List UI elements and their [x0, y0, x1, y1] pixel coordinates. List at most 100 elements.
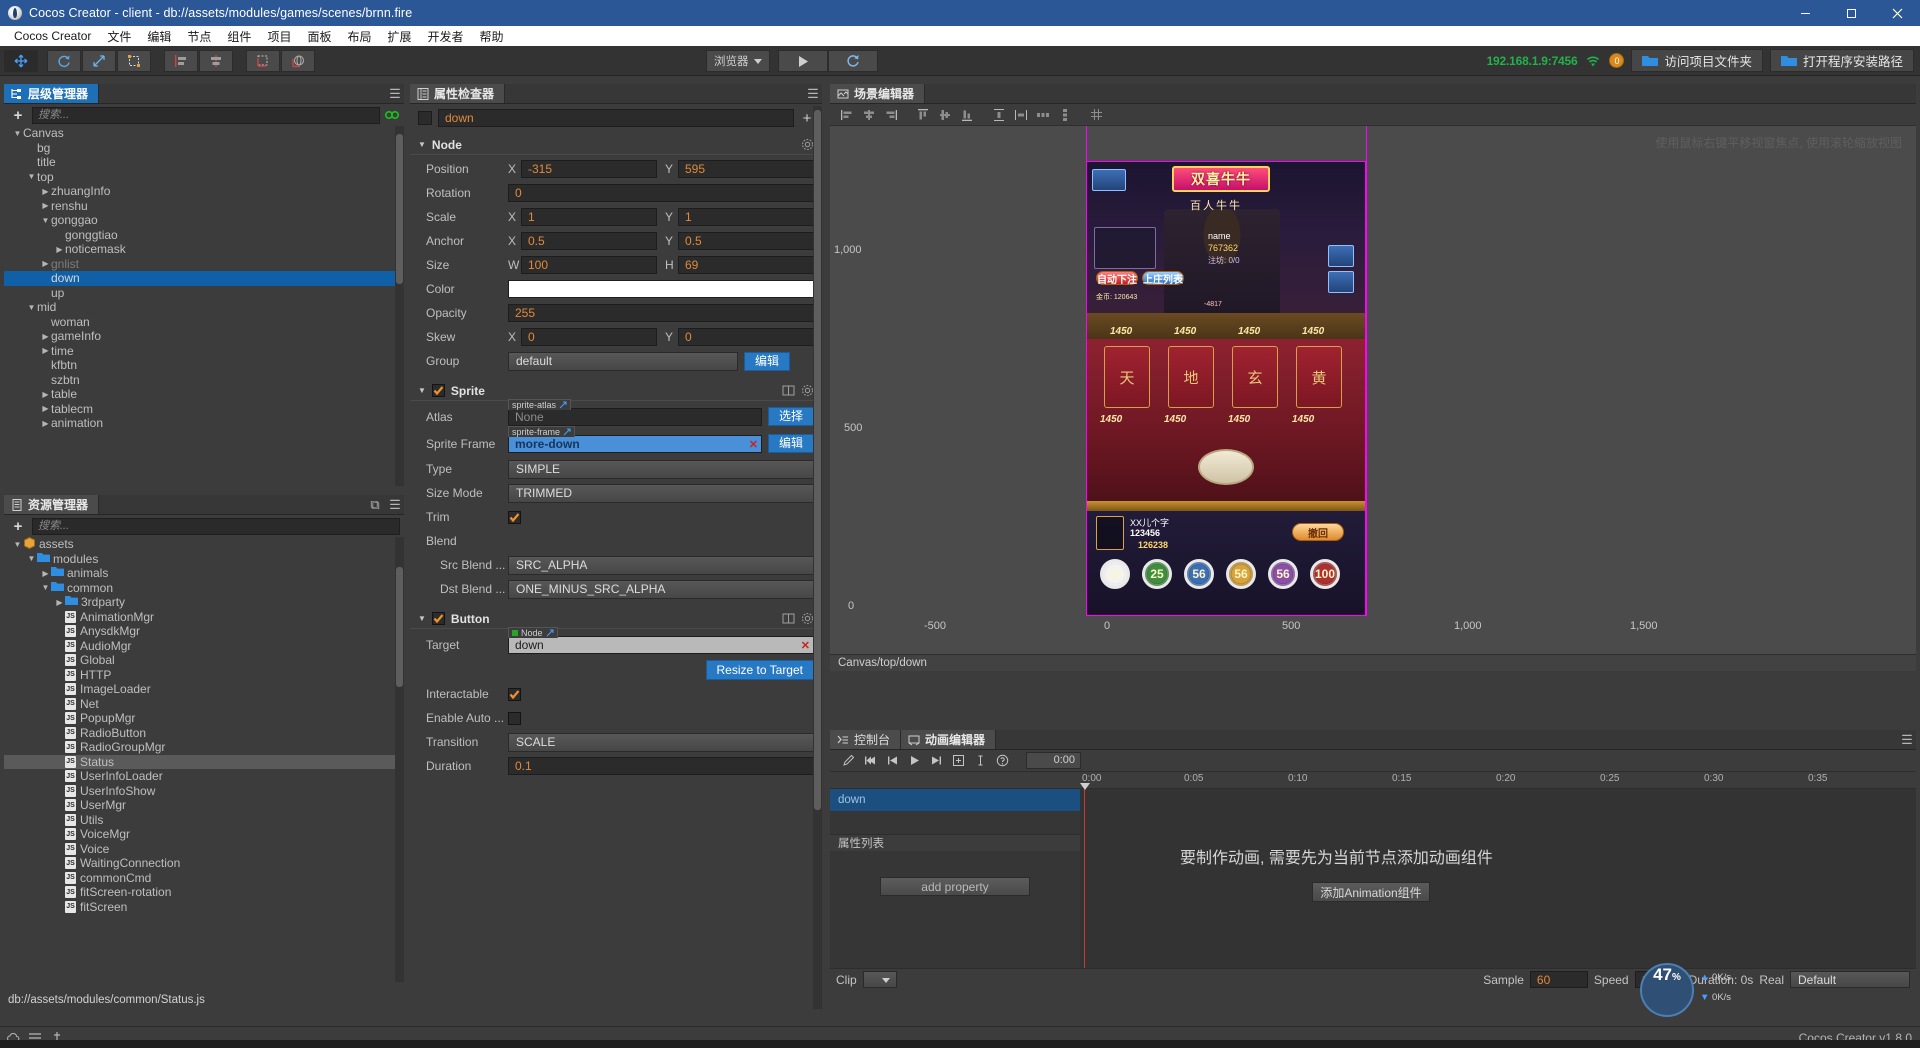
atlas-select-button[interactable]: 选择: [767, 407, 814, 426]
asset-item-utils[interactable]: JS Utils: [4, 813, 404, 828]
game-chip-4[interactable]: 56: [1268, 559, 1298, 589]
scale-y-input[interactable]: 1: [678, 208, 814, 226]
node-name-input[interactable]: down: [438, 109, 794, 127]
inspector-scrollbar-thumb[interactable]: [814, 110, 821, 810]
chevron-down-icon[interactable]: ▼: [12, 129, 23, 138]
game-top-left-button[interactable]: [1092, 169, 1126, 191]
src-blend-select[interactable]: SRC_ALPHA: [508, 555, 814, 575]
game-withdraw-button[interactable]: 撤回: [1292, 523, 1344, 541]
tab-hierarchy[interactable]: 层级管理器: [4, 84, 100, 103]
asset-item-audiomgr[interactable]: JS AudioMgr: [4, 639, 404, 654]
preview-target-dropdown[interactable]: 浏览器: [706, 50, 770, 72]
edit-mode-icon[interactable]: [838, 752, 858, 770]
asset-item-waitingconnection[interactable]: JS WaitingConnection: [4, 856, 404, 871]
chevron-right-icon[interactable]: ▶: [40, 346, 51, 355]
trim-checkbox[interactable]: [508, 510, 521, 524]
node-active-checkbox[interactable]: [418, 111, 432, 125]
asset-item-radiogroupmgr[interactable]: JS RadioGroupMgr: [4, 740, 404, 755]
align-left-edge-icon[interactable]: [836, 106, 857, 124]
dst-blend-select[interactable]: ONE_MINUS_SRC_ALPHA: [508, 579, 814, 599]
menu-item-edit[interactable]: 编辑: [139, 26, 179, 47]
menu-item-file[interactable]: 文件: [99, 26, 139, 47]
chevron-right-icon[interactable]: ▶: [40, 259, 51, 268]
animation-panel-menu-icon[interactable]: ☰: [1898, 730, 1916, 749]
align-right-edge-icon[interactable]: [880, 106, 901, 124]
scale-tool-icon[interactable]: [82, 49, 116, 72]
default-select[interactable]: Default: [1790, 971, 1910, 988]
menu-item-panel[interactable]: 面板: [299, 26, 339, 47]
move-tool-icon[interactable]: [4, 49, 38, 72]
interactable-checkbox[interactable]: [508, 687, 521, 701]
group-select[interactable]: default: [508, 351, 738, 371]
asset-item-voice[interactable]: JS Voice: [4, 842, 404, 857]
chevron-down-icon[interactable]: ▼: [26, 172, 37, 181]
playhead-line[interactable]: [1084, 789, 1085, 990]
sprite-frame-edit-button[interactable]: 编辑: [767, 434, 814, 453]
assets-scrollbar[interactable]: [395, 537, 404, 982]
chevron-right-icon[interactable]: ▶: [54, 598, 65, 607]
scene-canvas[interactable]: 使用鼠标右键平移视窗焦点, 使用滚轮缩放视图 1,000 500 0 -500 …: [830, 126, 1916, 654]
target-value[interactable]: down ✕: [508, 635, 814, 654]
align-left-icon[interactable]: [164, 49, 198, 72]
group-edit-button[interactable]: 编辑: [744, 351, 791, 371]
game-chip-5[interactable]: 100: [1310, 559, 1340, 589]
open-install-path-button[interactable]: 打开程序安装路径: [1769, 49, 1914, 72]
asset-item-fitscreen-rotation[interactable]: JS fitScreen-rotation: [4, 885, 404, 900]
asset-item-usermgr[interactable]: JS UserMgr: [4, 798, 404, 813]
hierarchy-node-zhuanginfo[interactable]: ▶ zhuangInfo: [4, 184, 404, 199]
hierarchy-panel-menu-icon[interactable]: ☰: [386, 84, 404, 103]
menu-item-cocos-creator[interactable]: Cocos Creator: [6, 27, 99, 45]
hierarchy-scrollbar[interactable]: [395, 126, 404, 486]
hierarchy-node-animation[interactable]: ▶ animation: [4, 416, 404, 431]
local-coord-icon[interactable]: [246, 49, 280, 72]
inspector-scrollbar[interactable]: [813, 106, 822, 1009]
asset-item-voicemgr[interactable]: JS VoiceMgr: [4, 827, 404, 842]
add-animation-component-button[interactable]: 添加Animation组件: [1312, 882, 1430, 902]
rotation-input[interactable]: 0: [508, 184, 814, 202]
hierarchy-node-time[interactable]: ▶ time: [4, 344, 404, 359]
color-swatch[interactable]: [508, 280, 814, 298]
game-chip-3[interactable]: 56: [1226, 559, 1256, 589]
size-mode-select[interactable]: TRIMMED: [508, 483, 814, 503]
assets-tree[interactable]: ▼ assets ▼ modules ▶ animals ▼ common ▶ 3rdparty J…: [4, 537, 404, 982]
distribute-gap-v-icon[interactable]: [1054, 106, 1075, 124]
size-h-input[interactable]: 69: [678, 256, 814, 274]
external-link-icon[interactable]: [546, 629, 554, 637]
menu-item-help[interactable]: 帮助: [472, 26, 512, 47]
resize-to-target-button[interactable]: Resize to Target: [705, 660, 814, 680]
hierarchy-node-up[interactable]: up: [4, 286, 404, 301]
link-sync-icon[interactable]: [384, 107, 400, 123]
asset-item-userinfoloader[interactable]: JS UserInfoLoader: [4, 769, 404, 784]
game-auto-bet-button[interactable]: 自动下注: [1096, 271, 1138, 286]
menu-item-node[interactable]: 节点: [179, 26, 219, 47]
asset-item-http[interactable]: JS HTTP: [4, 668, 404, 683]
chevron-down-icon[interactable]: ▼: [40, 583, 51, 592]
tab-animation-editor[interactable]: 动画编辑器: [901, 730, 997, 749]
play-button[interactable]: [777, 50, 828, 72]
asset-item-commoncmd[interactable]: JS commonCmd: [4, 871, 404, 886]
position-x-input[interactable]: -315: [521, 160, 657, 178]
playhead-handle[interactable]: [1080, 783, 1090, 790]
menu-item-layout[interactable]: 布局: [339, 26, 379, 47]
chevron-right-icon[interactable]: ▶: [40, 332, 51, 341]
animation-track-row[interactable]: down: [830, 789, 1080, 811]
text-cursor-icon[interactable]: [970, 752, 990, 770]
distribute-v-icon[interactable]: [1010, 106, 1031, 124]
hierarchy-node-down[interactable]: down: [4, 271, 404, 286]
sprite-enabled-checkbox[interactable]: [431, 384, 445, 397]
open-project-folder-button[interactable]: 访问项目文件夹: [1631, 49, 1763, 72]
game-chip-2[interactable]: 56: [1184, 559, 1214, 589]
asset-item-net[interactable]: JS Net: [4, 697, 404, 712]
chevron-right-icon[interactable]: ▶: [40, 201, 51, 210]
hierarchy-node-woman[interactable]: woman: [4, 315, 404, 330]
node-section-header[interactable]: ▼ Node: [410, 135, 822, 155]
rect-tool-icon[interactable]: [117, 49, 151, 72]
hierarchy-node-mid[interactable]: ▼ mid: [4, 300, 404, 315]
skew-y-input[interactable]: 0: [678, 328, 814, 346]
timeline-area[interactable]: 0:00 0:05 0:10 0:15 0:20 0:25 0:30 0:35 …: [1080, 772, 1916, 990]
timeline-ruler[interactable]: 0:00 0:05 0:10 0:15 0:20 0:25 0:30 0:35: [1080, 772, 1916, 789]
asset-item-3rdparty[interactable]: ▶ 3rdparty: [4, 595, 404, 610]
asset-item-radiobutton[interactable]: JS RadioButton: [4, 726, 404, 741]
chevron-right-icon[interactable]: ▶: [54, 245, 65, 254]
game-side-button-1[interactable]: [1328, 245, 1354, 267]
